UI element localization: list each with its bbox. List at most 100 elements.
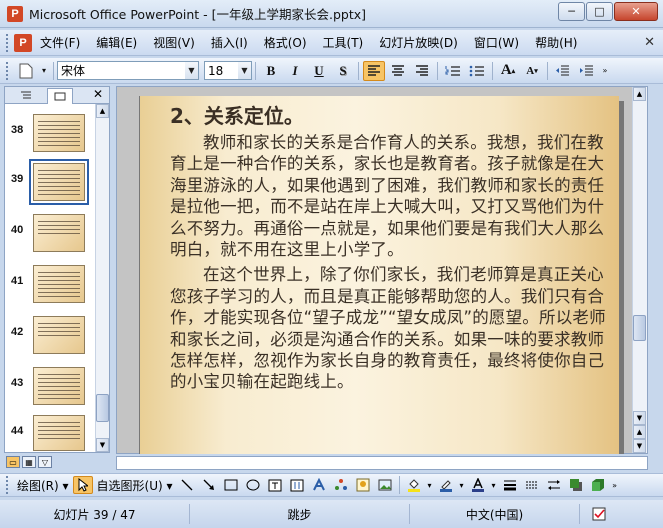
notes-pane[interactable] (116, 456, 648, 470)
slide-sorter-view-icon[interactable]: ▦ (22, 456, 36, 468)
arrow-tool-button[interactable] (199, 476, 219, 494)
document-icon[interactable]: P (14, 33, 32, 52)
rectangle-tool-button[interactable] (221, 476, 241, 494)
font-size-combo[interactable]: 18 ▼ (204, 61, 252, 80)
toolbar-grip[interactable] (6, 61, 9, 80)
chevron-down-icon[interactable]: ▾ (490, 476, 498, 494)
italic-button[interactable]: I (284, 61, 306, 81)
decrease-indent-icon (556, 65, 569, 75)
font-name-combo[interactable]: 宋体 ▼ (57, 61, 199, 80)
shrink-font-button[interactable]: A ▾ (521, 61, 543, 81)
slide-thumbnail-row[interactable]: 44 (5, 413, 95, 457)
select-objects-button[interactable] (72, 476, 93, 494)
slide-thumbnail-row[interactable]: 41 (5, 263, 95, 307)
slide-thumbnail-row[interactable]: 42 (5, 314, 95, 358)
slide-thumbnail-row[interactable]: 40 (5, 212, 95, 256)
next-slide-icon[interactable]: ▼ (633, 439, 646, 453)
tab-outline[interactable] (13, 88, 39, 103)
chevron-down-icon[interactable]: ▼ (238, 62, 251, 79)
oval-tool-button[interactable] (243, 476, 263, 494)
slides-pane-scrollbar[interactable]: ▲ ▼ (95, 104, 109, 452)
slide-thumbnail-row[interactable]: 39 (5, 159, 95, 205)
toolbar-grip[interactable] (6, 33, 9, 52)
slide-area-scrollbar[interactable]: ▲ ▼ ▲ ▼ (632, 87, 647, 453)
align-right-button[interactable] (411, 61, 433, 81)
slide-thumbnail-row[interactable]: 43 (5, 365, 95, 409)
autoshapes-menu-button[interactable]: 自选图形(U) ▾ (94, 477, 176, 494)
diagram-button[interactable] (331, 476, 351, 494)
scroll-up-icon[interactable]: ▲ (96, 104, 109, 118)
grow-font-button[interactable]: A ▴ (497, 61, 519, 81)
bullets-button[interactable] (466, 61, 488, 81)
increase-indent-button[interactable] (576, 61, 598, 81)
powerpoint-app-icon[interactable]: P (7, 5, 23, 22)
underline-button[interactable]: U (308, 61, 330, 81)
menu-file[interactable]: 文件(F) (38, 34, 88, 51)
align-center-button[interactable] (387, 61, 409, 81)
slide-thumbnail-selected[interactable] (29, 159, 89, 205)
numbering-button[interactable] (442, 61, 464, 81)
maximize-button[interactable]: □ (586, 2, 613, 21)
scroll-down-icon[interactable]: ▼ (96, 438, 109, 452)
tab-slides[interactable] (47, 87, 73, 104)
slide-thumbnail-row[interactable]: 38 (5, 112, 95, 156)
font-color-button[interactable] (468, 476, 488, 494)
menu-insert[interactable]: 插入(I) (203, 34, 256, 51)
previous-slide-icon[interactable]: ▲ (633, 425, 646, 439)
wordart-button[interactable] (309, 476, 329, 494)
3d-style-button[interactable] (588, 476, 608, 494)
clipart-button[interactable] (353, 476, 373, 494)
scrollbar-thumb[interactable] (96, 394, 109, 422)
menu-view[interactable]: 视图(V) (145, 34, 203, 51)
chevron-down-icon[interactable]: ▾ (458, 476, 466, 494)
bold-button[interactable]: B (260, 61, 282, 81)
fill-color-button[interactable] (404, 476, 424, 494)
slide-thumbnail[interactable] (33, 367, 85, 405)
line-style-button[interactable] (500, 476, 520, 494)
shadow-button[interactable]: S (332, 61, 354, 81)
line-color-button[interactable] (436, 476, 456, 494)
dash-style-button[interactable] (522, 476, 542, 494)
spelling-status-icon[interactable] (580, 507, 620, 521)
textbox-tool-button[interactable] (265, 476, 285, 494)
toolbar-options-icon[interactable]: » (610, 476, 620, 494)
decrease-indent-button[interactable] (552, 61, 574, 81)
slide-thumbnail[interactable] (33, 114, 85, 152)
slideshow-view-icon[interactable]: ▽ (38, 456, 52, 468)
toolbar-options-icon[interactable]: » (600, 61, 610, 81)
chevron-down-icon[interactable]: ▾ (426, 476, 434, 494)
scroll-down-icon[interactable]: ▼ (633, 411, 646, 425)
minimize-button[interactable]: ─ (558, 2, 585, 21)
current-slide[interactable]: 2、关系定位。 教师和家长的关系是合作育人的关系。我想，我们在教育上是一种合作的… (139, 96, 619, 454)
shadow-style-button[interactable] (566, 476, 586, 494)
scroll-up-icon[interactable]: ▲ (633, 87, 646, 101)
line-tool-button[interactable] (177, 476, 197, 494)
menu-tools[interactable]: 工具(T) (315, 34, 372, 51)
slide-thumbnail[interactable] (33, 415, 85, 451)
chevron-down-icon[interactable]: ▼ (185, 62, 198, 79)
scrollbar-thumb[interactable] (633, 315, 646, 341)
slide-heading[interactable]: 2、关系定位。 (170, 100, 304, 129)
menu-format[interactable]: 格式(O) (256, 34, 315, 51)
normal-view-icon[interactable]: ▭ (6, 456, 20, 468)
close-pane-icon[interactable]: ✕ (93, 87, 103, 101)
close-button[interactable]: ✕ (614, 2, 658, 21)
draw-menu-button[interactable]: 绘图(R) ▾ (14, 477, 72, 494)
slide-thumbnail[interactable] (33, 265, 85, 303)
toolbar-grip[interactable] (6, 476, 9, 494)
menu-edit[interactable]: 编辑(E) (88, 34, 145, 51)
new-slide-icon[interactable] (15, 61, 37, 81)
document-close-icon[interactable]: ✕ (644, 35, 655, 50)
menu-help[interactable]: 帮助(H) (527, 34, 585, 51)
insert-picture-button[interactable] (375, 476, 395, 494)
slide-body-text[interactable]: 教师和家长的关系是合作育人的关系。我想，我们在教育上是一种合作的关系，家长也是教… (170, 132, 618, 397)
align-left-button[interactable] (363, 60, 385, 81)
menu-window[interactable]: 窗口(W) (466, 34, 527, 51)
dropdown-arrow-icon[interactable]: ▾ (39, 61, 49, 81)
vertical-textbox-tool-button[interactable] (287, 476, 307, 494)
arrow-style-button[interactable] (544, 476, 564, 494)
slide-thumbnail[interactable] (33, 214, 85, 252)
oval-icon (246, 479, 260, 491)
slide-thumbnail[interactable] (33, 316, 85, 354)
menu-slideshow[interactable]: 幻灯片放映(D) (371, 34, 466, 51)
